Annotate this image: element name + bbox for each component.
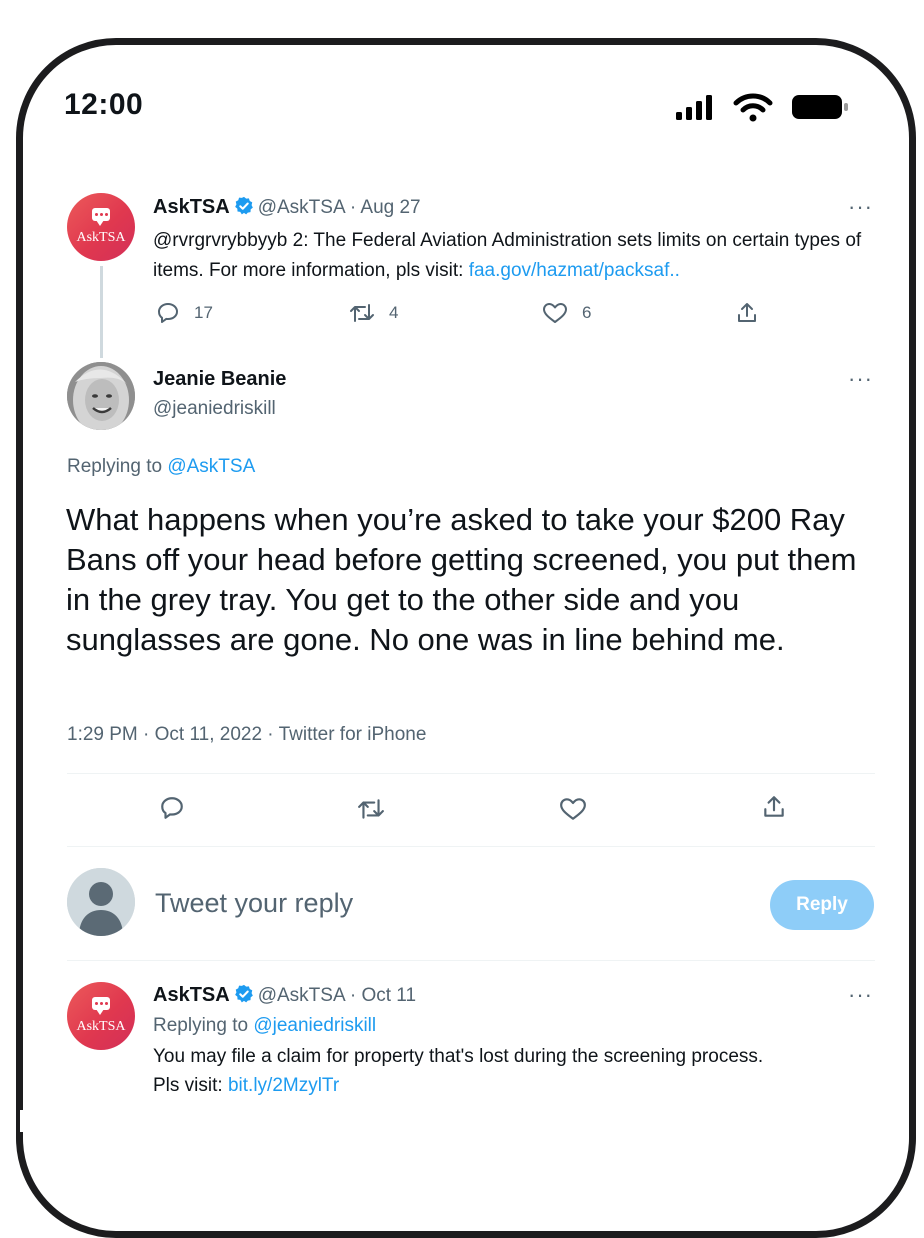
more-options-icon[interactable]: ··· [848, 194, 873, 220]
author-handle-date: @AskTSA · Oct 11 [257, 985, 417, 1006]
author-handle[interactable]: @jeaniedriskill [153, 398, 276, 420]
tweet-text: @rvrgrvrybbyyb 2: The Federal Aviation A… [153, 230, 862, 281]
share-button-icon[interactable] [761, 794, 787, 825]
author-name[interactable]: Jeanie Beanie [153, 368, 286, 391]
reply-button-icon[interactable] [159, 795, 185, 826]
tweet-meta: 1:29 PM · Oct 11, 2022 · Twitter for iPh… [67, 724, 427, 745]
more-options-icon[interactable]: ··· [848, 982, 873, 1008]
divider [67, 773, 875, 774]
asktsa-avatar[interactable]: AskTSA [67, 193, 135, 261]
divider [67, 846, 875, 847]
tweet-link[interactable]: bit.ly/2MzylTr [228, 1075, 339, 1096]
user-avatar[interactable] [67, 868, 135, 936]
cellular-signal-icon [676, 94, 718, 127]
speech-bubble-icon [92, 997, 110, 1015]
like-button-icon[interactable] [559, 796, 587, 827]
author-handle-date: @AskTSA · Aug 27 [257, 197, 421, 218]
reply-submit-button[interactable]: Reply [770, 880, 874, 930]
divider [67, 960, 875, 961]
battery-icon [790, 93, 850, 126]
status-time: 12:00 [64, 88, 144, 121]
more-options-icon[interactable]: ··· [848, 366, 873, 392]
bottom-fade [20, 1110, 900, 1132]
like-action[interactable]: 6 [542, 301, 591, 325]
tweet-text: You may file a claim for property that's… [153, 1046, 764, 1067]
main-tweet-text: What happens when you’re asked to take y… [66, 502, 857, 657]
tweet-text-line2: Pls visit: bit.ly/2MzylTr [153, 1075, 340, 1096]
share-action[interactable] [735, 301, 773, 325]
retweet-action[interactable]: 4 [349, 301, 398, 325]
replying-to-handle[interactable]: @AskTSA [167, 456, 255, 477]
author-name[interactable]: AskTSA [153, 196, 230, 218]
reply-count: 17 [194, 303, 213, 322]
retweet-icon [350, 304, 374, 322]
reply-icon [158, 303, 178, 323]
heart-icon [543, 303, 567, 323]
verified-badge-icon [234, 984, 254, 1004]
tweet-header: AskTSA @AskTSA · Aug 27 [153, 196, 421, 219]
share-icon [738, 303, 756, 322]
replying-to-line: Replying to @AskTSA [67, 456, 256, 477]
retweet-button-icon[interactable] [357, 796, 385, 827]
replying-to-line: Replying to @jeaniedriskill [153, 1015, 377, 1036]
replying-to-handle[interactable]: @jeaniedriskill [253, 1015, 376, 1036]
jeanie-avatar[interactable] [67, 362, 135, 430]
asktsa-avatar[interactable]: AskTSA [67, 982, 135, 1050]
wifi-icon [733, 92, 773, 127]
author-name[interactable]: AskTSA [153, 984, 230, 1006]
reply-input[interactable]: Tweet your reply [155, 888, 353, 919]
reply-action[interactable]: 17 [156, 301, 213, 325]
verified-badge-icon [234, 196, 254, 216]
speech-bubble-icon [92, 208, 110, 226]
tweet-link[interactable]: faa.gov/hazmat/packsaf.. [469, 260, 680, 281]
thread-connector [100, 266, 103, 358]
tweet-header: AskTSA @AskTSA · Oct 11 [153, 984, 416, 1007]
retweet-count: 4 [389, 303, 399, 322]
like-count: 6 [582, 303, 592, 322]
